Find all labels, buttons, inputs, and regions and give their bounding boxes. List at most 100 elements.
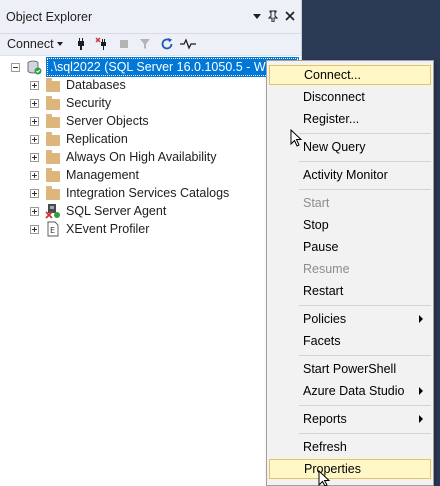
- folder-icon: [45, 167, 61, 183]
- tree-node-replication[interactable]: Replication: [30, 130, 128, 148]
- menu-item-label: Start PowerShell: [303, 362, 397, 376]
- expand-toggle-icon[interactable]: [30, 170, 39, 180]
- expand-toggle-icon[interactable]: [30, 188, 39, 198]
- pin-icon[interactable]: [266, 9, 280, 23]
- menu-separator: [299, 161, 431, 162]
- submenu-arrow-icon: [419, 315, 423, 323]
- menu-item-stop[interactable]: Stop: [269, 215, 431, 235]
- menu-item-facets[interactable]: Facets: [269, 331, 431, 351]
- panel-title: Object Explorer: [6, 10, 93, 24]
- expand-toggle-icon[interactable]: [30, 152, 39, 162]
- menu-item-label: Disconnect: [303, 90, 365, 104]
- mouse-cursor-icon: [318, 470, 330, 486]
- connect-dropdown-button[interactable]: Connect: [7, 36, 63, 52]
- tree-node-databases[interactable]: Databases: [30, 76, 126, 94]
- object-explorer-titlebar: Object Explorer: [0, 0, 301, 34]
- tree-node-label: SQL Server Agent: [66, 204, 167, 218]
- connect-plug-icon[interactable]: [73, 36, 89, 52]
- tree-node-integration-services[interactable]: Integration Services Catalogs: [30, 184, 229, 202]
- menu-item-refresh[interactable]: Refresh: [269, 437, 431, 457]
- menu-item-activity-monitor[interactable]: Activity Monitor: [269, 165, 431, 185]
- menu-item-label: Restart: [303, 284, 344, 298]
- menu-separator: [299, 305, 431, 306]
- tree-node-label: Security: [66, 96, 112, 110]
- tree-node-label: Management: [66, 168, 139, 182]
- window-position-dropdown-icon[interactable]: [250, 9, 264, 23]
- tree-node-server[interactable]: .\sql2022 (SQL Server 16.0.1050.5 - WIN-…: [11, 57, 300, 77]
- mouse-cursor-icon: [290, 129, 302, 147]
- menu-item-restart[interactable]: Restart: [269, 281, 431, 301]
- menu-item-azure-data-studio[interactable]: Azure Data Studio: [269, 381, 431, 401]
- folder-icon: [45, 95, 61, 111]
- tree-node-management[interactable]: Management: [30, 166, 139, 184]
- expand-toggle-icon[interactable]: [30, 116, 39, 126]
- menu-item-disconnect[interactable]: Disconnect: [269, 87, 431, 107]
- expand-toggle-icon[interactable]: [30, 224, 39, 234]
- menu-item-label: Start: [303, 196, 330, 210]
- tree-node-label: Server Objects: [66, 114, 149, 128]
- menu-item-label: New Query: [303, 140, 366, 154]
- stop-icon: [116, 36, 132, 52]
- tree-node-sql-server-agent[interactable]: SQL Server Agent: [30, 202, 166, 220]
- tree-node-security[interactable]: Security: [30, 94, 111, 112]
- menu-item-reports[interactable]: Reports: [269, 409, 431, 429]
- tree-node-label: Always On High Availability: [66, 150, 217, 164]
- menu-item-label: Facets: [303, 334, 341, 348]
- menu-item-label: Properties: [304, 462, 361, 476]
- sql-agent-icon: [45, 203, 61, 219]
- menu-item-label: Register...: [303, 112, 360, 126]
- menu-item-register[interactable]: Register...: [269, 109, 431, 129]
- menu-separator: [299, 355, 431, 356]
- menu-item-policies[interactable]: Policies: [269, 309, 431, 329]
- server-node-label: .\sql2022 (SQL Server 16.0.1050.5 - WIN-…: [45, 57, 300, 77]
- menu-item-connect[interactable]: Connect...: [269, 65, 431, 85]
- object-explorer-toolbar: Connect: [0, 34, 301, 56]
- menu-item-resume: Resume: [269, 259, 431, 279]
- menu-item-start-powershell[interactable]: Start PowerShell: [269, 359, 431, 379]
- tree-node-always-on[interactable]: Always On High Availability: [30, 148, 217, 166]
- submenu-arrow-icon: [419, 415, 423, 423]
- menu-item-label: Connect...: [304, 68, 361, 82]
- menu-item-start: Start: [269, 193, 431, 213]
- object-explorer-panel: Object Explorer Connect .\sql2022 (SQL S…: [0, 0, 302, 486]
- menu-item-pause[interactable]: Pause: [269, 237, 431, 257]
- folder-icon: [45, 131, 61, 147]
- xevent-profiler-icon: E: [45, 221, 61, 237]
- tree-node-label: Replication: [66, 132, 128, 146]
- menu-item-label: Reports: [303, 412, 347, 426]
- server-context-menu: Connect... Disconnect Register... New Qu…: [266, 60, 434, 486]
- close-icon[interactable]: [283, 9, 297, 23]
- refresh-icon[interactable]: [159, 36, 175, 52]
- menu-separator: [299, 405, 431, 406]
- menu-separator: [299, 133, 431, 134]
- folder-icon: [45, 113, 61, 129]
- tree-node-server-objects[interactable]: Server Objects: [30, 112, 149, 130]
- menu-item-label: Stop: [303, 218, 329, 232]
- collapse-toggle-icon[interactable]: [11, 62, 20, 72]
- connect-button-label: Connect: [7, 37, 54, 51]
- svg-text:E: E: [50, 226, 55, 235]
- ssms-window: Object Explorer Connect .\sql2022 (SQL S…: [0, 0, 440, 486]
- menu-item-label: Refresh: [303, 440, 347, 454]
- tree-node-xevent-profiler[interactable]: E XEvent Profiler: [30, 220, 149, 238]
- menu-item-label: Resume: [303, 262, 350, 276]
- folder-icon: [45, 185, 61, 201]
- expand-toggle-icon[interactable]: [30, 206, 39, 216]
- menu-item-label: Policies: [303, 312, 347, 326]
- tree-node-label: XEvent Profiler: [66, 222, 150, 236]
- activity-monitor-icon[interactable]: [180, 36, 196, 52]
- expand-toggle-icon[interactable]: [30, 80, 39, 90]
- menu-item-properties[interactable]: Properties: [269, 459, 431, 479]
- menu-item-label: Pause: [303, 240, 339, 254]
- folder-icon: [45, 77, 61, 93]
- folder-icon: [45, 149, 61, 165]
- menu-item-label: Azure Data Studio: [303, 384, 405, 398]
- server-icon: [26, 59, 42, 75]
- tree-node-label: Integration Services Catalogs: [66, 186, 230, 200]
- chevron-down-icon: [56, 42, 63, 46]
- submenu-arrow-icon: [419, 387, 423, 395]
- disconnect-plug-icon[interactable]: [94, 36, 110, 52]
- expand-toggle-icon[interactable]: [30, 98, 39, 108]
- filter-icon: [137, 36, 153, 52]
- expand-toggle-icon[interactable]: [30, 134, 39, 144]
